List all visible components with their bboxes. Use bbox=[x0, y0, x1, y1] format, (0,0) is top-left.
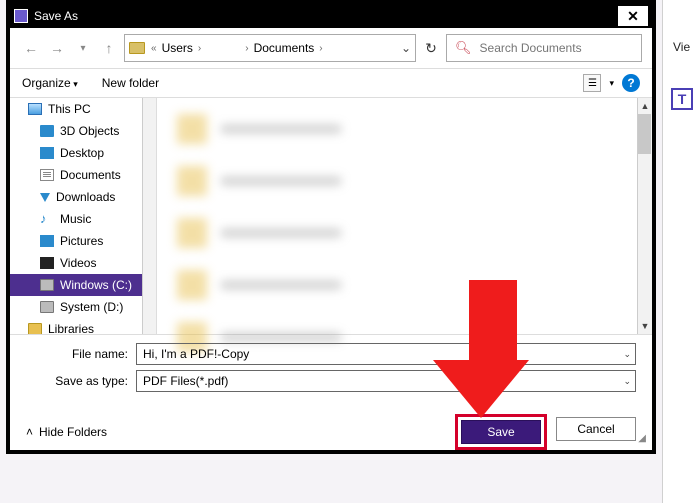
close-button[interactable]: ✕ bbox=[618, 6, 648, 26]
organize-menu[interactable]: Organize bbox=[22, 76, 78, 90]
nav-tree[interactable]: This PC 3D Objects Desktop Documents Dow… bbox=[10, 98, 157, 334]
chevron-icon: « bbox=[151, 43, 157, 54]
folder-icon bbox=[129, 42, 145, 54]
dropdown-icon[interactable]: ⌄ bbox=[623, 349, 631, 360]
resize-grip[interactable]: ◢ bbox=[638, 433, 646, 444]
scroll-up-icon[interactable]: ▲ bbox=[638, 98, 652, 114]
tree-item-this-pc[interactable]: This PC bbox=[10, 98, 156, 120]
help-button[interactable]: ? bbox=[622, 74, 640, 92]
scroll-down-icon[interactable]: ▼ bbox=[638, 318, 652, 334]
search-box[interactable]: 🔍︎ bbox=[446, 34, 642, 62]
path-seg-documents[interactable]: Documents bbox=[251, 41, 318, 55]
file-item[interactable] bbox=[177, 160, 632, 202]
tree-label: Videos bbox=[60, 256, 96, 270]
save-as-dialog: Save As ✕ ← → ▾ ↑ « Users › › Documents … bbox=[6, 0, 656, 454]
filetype-label: Save as type: bbox=[26, 374, 136, 388]
forward-button[interactable]: → bbox=[46, 37, 68, 59]
scrollbar-thumb[interactable] bbox=[638, 114, 651, 154]
search-input[interactable] bbox=[480, 41, 635, 55]
tree-label: Windows (C:) bbox=[60, 278, 132, 292]
tree-label: Documents bbox=[60, 168, 121, 182]
filetype-field[interactable]: PDF Files(*.pdf) ⌄ bbox=[136, 370, 636, 392]
new-folder-button[interactable]: New folder bbox=[102, 76, 159, 90]
filename-input[interactable] bbox=[143, 347, 629, 361]
filename-field[interactable]: ⌄ bbox=[136, 343, 636, 365]
text-tool-icon: T bbox=[671, 88, 693, 110]
save-button[interactable]: Save bbox=[461, 420, 541, 444]
tree-item-downloads[interactable]: Downloads bbox=[10, 186, 156, 208]
tree-label: 3D Objects bbox=[60, 124, 119, 138]
file-item[interactable] bbox=[177, 108, 632, 150]
tree-label: Desktop bbox=[60, 146, 104, 160]
cancel-button[interactable]: Cancel bbox=[556, 417, 636, 441]
chevron-right-icon: › bbox=[245, 43, 248, 54]
view-dropdown-icon[interactable]: ▾ bbox=[609, 78, 614, 89]
tree-item-desktop[interactable]: Desktop bbox=[10, 142, 156, 164]
app-icon bbox=[14, 9, 28, 23]
documents-icon bbox=[40, 169, 54, 181]
tree-item-videos[interactable]: Videos bbox=[10, 252, 156, 274]
tree-scrollbar[interactable] bbox=[144, 158, 155, 228]
drive-icon bbox=[40, 301, 54, 313]
address-bar[interactable]: « Users › › Documents › ⌄ bbox=[124, 34, 416, 62]
up-button[interactable]: ↑ bbox=[98, 37, 120, 59]
tree-label: This PC bbox=[48, 102, 91, 116]
search-icon: 🔍︎ bbox=[455, 40, 472, 56]
tree-label: Downloads bbox=[56, 190, 115, 204]
tree-item-3d-objects[interactable]: 3D Objects bbox=[10, 120, 156, 142]
tree-label: Pictures bbox=[60, 234, 103, 248]
view-options-button[interactable]: ☰ bbox=[583, 74, 601, 92]
background-app-panel: Vie T bbox=[662, 0, 700, 503]
tree-label: Music bbox=[60, 212, 91, 226]
tree-label: System (D:) bbox=[60, 300, 123, 314]
drive-icon bbox=[40, 279, 54, 291]
downloads-icon bbox=[40, 193, 50, 202]
music-icon: ♪ bbox=[40, 213, 54, 225]
toolbar: Organize New folder ☰ ▾ ? bbox=[10, 68, 652, 98]
nav-row: ← → ▾ ↑ « Users › › Documents › ⌄ ↻ 🔍︎ bbox=[10, 28, 652, 68]
tree-item-libraries[interactable]: Libraries bbox=[10, 318, 156, 334]
tree-item-documents[interactable]: Documents bbox=[10, 164, 156, 186]
file-item[interactable] bbox=[177, 264, 632, 306]
hide-folders-label: Hide Folders bbox=[39, 425, 107, 439]
tree-item-music[interactable]: ♪ Music bbox=[10, 208, 156, 230]
window-title: Save As bbox=[34, 9, 78, 23]
folder-icon bbox=[28, 323, 42, 334]
back-button[interactable]: ← bbox=[20, 37, 42, 59]
pictures-icon bbox=[40, 235, 54, 247]
refresh-button[interactable]: ↻ bbox=[420, 37, 442, 59]
chevron-up-icon: ˄ bbox=[26, 425, 33, 439]
tree-label: Libraries bbox=[48, 322, 94, 334]
tree-item-system-d[interactable]: System (D:) bbox=[10, 296, 156, 318]
tree-item-windows-c[interactable]: Windows (C:) bbox=[10, 274, 156, 296]
dialog-footer: ˄ Hide Folders Save Cancel bbox=[10, 401, 652, 455]
files-scrollbar[interactable]: ▲ ▼ bbox=[637, 98, 652, 334]
titlebar: Save As ✕ bbox=[10, 4, 652, 28]
path-dropdown-icon[interactable]: ⌄ bbox=[401, 41, 411, 55]
file-item[interactable] bbox=[177, 212, 632, 254]
save-highlight: Save bbox=[458, 417, 544, 447]
form-area: File name: ⌄ Save as type: PDF Files(*.p… bbox=[10, 334, 652, 401]
chevron-right-icon: › bbox=[319, 43, 322, 54]
videos-icon bbox=[40, 257, 54, 269]
chevron-right-icon: › bbox=[198, 43, 201, 54]
hide-folders-toggle[interactable]: ˄ Hide Folders bbox=[26, 425, 107, 439]
file-list[interactable] bbox=[157, 98, 652, 334]
filetype-value: PDF Files(*.pdf) bbox=[143, 374, 228, 388]
path-seg-users[interactable]: Users bbox=[159, 41, 196, 55]
body-area: This PC 3D Objects Desktop Documents Dow… bbox=[10, 98, 652, 334]
desktop-icon bbox=[40, 147, 54, 159]
recent-dropdown[interactable]: ▾ bbox=[72, 37, 94, 59]
3d-icon bbox=[40, 125, 54, 137]
filename-label: File name: bbox=[26, 347, 136, 361]
tree-item-pictures[interactable]: Pictures bbox=[10, 230, 156, 252]
dropdown-icon[interactable]: ⌄ bbox=[623, 376, 631, 387]
pc-icon bbox=[28, 103, 42, 115]
bg-view-label: Vie bbox=[673, 40, 700, 54]
